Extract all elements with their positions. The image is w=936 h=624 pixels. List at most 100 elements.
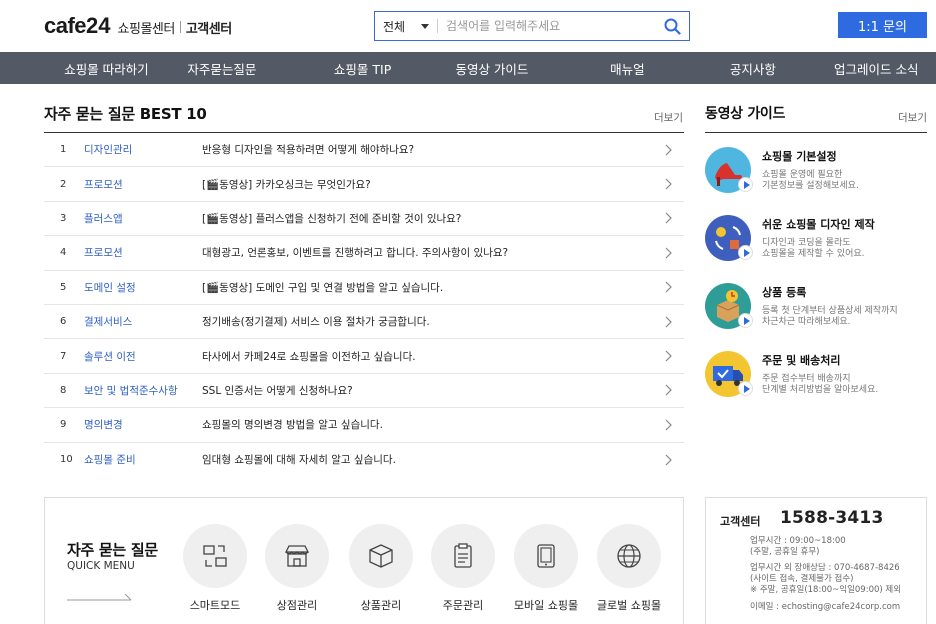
quick-menu-circle: [514, 524, 578, 588]
faq-question[interactable]: [🎬동영상] 카카오싱크는 무엇인가요?: [202, 177, 662, 192]
tablet-icon: [537, 544, 555, 568]
faq-category[interactable]: 도메인 설정: [84, 280, 202, 295]
chevron-right-icon: [662, 246, 676, 260]
nav-item-follow[interactable]: 쇼핑몰 따라하기: [0, 52, 213, 84]
faq-category[interactable]: 디자인관리: [84, 142, 202, 157]
faq-number: 7: [60, 350, 67, 362]
customer-center-phone[interactable]: 1588-3413: [780, 508, 884, 528]
faq-category[interactable]: 명의변경: [84, 417, 202, 432]
nav-item-tip[interactable]: 쇼핑몰 TIP: [303, 52, 422, 84]
video-guide-name: 쉬운 쇼핑몰 디자인 제작: [762, 218, 875, 231]
faq-row[interactable]: 10 쇼핑몰 준비 임대형 쇼핑몰에 대해 자세히 알고 싶습니다.: [44, 443, 684, 477]
faq-category[interactable]: 솔루션 이전: [84, 349, 202, 364]
video-guide-item[interactable]: 상품 등록 등록 첫 단계부터 상품상세 제작까지 차근차근 따라해보세요.: [705, 283, 927, 335]
faq-row[interactable]: 1 디자인관리 반응형 디자인을 적용하려면 어떻게 해야하나요?: [44, 133, 684, 168]
video-guide-title: 동영상 가이드: [705, 106, 786, 122]
faq-question[interactable]: 타사에서 카페24로 쇼핑몰을 이전하고 싶습니다.: [202, 349, 662, 364]
video-guide-item[interactable]: 쉬운 쇼핑몰 디자인 제작 디자인과 코딩을 몰라도 쇼핑몰을 제작할 수 있어…: [705, 215, 927, 267]
video-guide-item[interactable]: 주문 및 배송처리 주문 접수부터 배송까지 단계별 처리방법을 알아보세요.: [705, 351, 927, 403]
faq-category[interactable]: 플러스앱: [84, 211, 202, 226]
quick-menu-item-mobile[interactable]: 모바일 쇼핑몰: [513, 524, 579, 613]
quick-menu-circle: [431, 524, 495, 588]
faq-number: 9: [60, 419, 67, 431]
quick-menu-item-order[interactable]: 주문관리: [430, 524, 496, 613]
chevron-right-icon: [662, 177, 676, 191]
quick-menu: 자주 묻는 질문 QUICK MENU 스마트모드 상점관리 상품관리 주문관리…: [44, 497, 684, 624]
quick-menu-circle: [183, 524, 247, 588]
search-bar: 전체: [374, 11, 690, 41]
faq-row[interactable]: 2 프로모션 [🎬동영상] 카카오싱크는 무엇인가요?: [44, 167, 684, 202]
header: cafe 24 쇼핑몰센터 고객센터 전체 1:1 문의: [0, 0, 936, 52]
faq-number: 1: [60, 144, 67, 156]
faq-row[interactable]: 7 솔루션 이전 타사에서 카페24로 쇼핑몰을 이전하고 싶습니다.: [44, 339, 684, 374]
quick-menu-item-store[interactable]: 상점관리: [264, 524, 330, 613]
play-icon[interactable]: [738, 245, 753, 260]
faq-question[interactable]: [🎬동영상] 플러스앱을 신청하기 전에 준비할 것이 있나요?: [202, 211, 662, 226]
faq-more-link[interactable]: 더보기: [654, 110, 683, 125]
globe-icon: [617, 544, 641, 568]
faq-question[interactable]: 대형광고, 언론홍보, 이벤트를 진행하려고 합니다. 주의사항이 있나요?: [202, 245, 662, 260]
quick-menu-item-product[interactable]: 상품관리: [348, 524, 414, 613]
chevron-right-icon: [662, 143, 676, 157]
inquiry-button[interactable]: 1:1 문의: [838, 12, 927, 38]
nav-item-notice[interactable]: 공지사항: [703, 52, 802, 84]
faq-question[interactable]: SSL 인증서는 어떻게 신청하나요?: [202, 383, 662, 398]
faq-row[interactable]: 6 결제서비스 정기배송(정기결제) 서비스 이용 절차가 궁금합니다.: [44, 305, 684, 340]
faq-row[interactable]: 5 도메인 설정 [🎬동영상] 도메인 구입 및 연결 방법을 알고 싶습니다.: [44, 271, 684, 305]
quick-menu-subtitle: QUICK MENU: [67, 560, 135, 572]
faq-number: 8: [60, 384, 67, 396]
quick-menu-title: 자주 묻는 질문: [67, 541, 158, 559]
search-button[interactable]: [655, 12, 689, 40]
faq-title: 자주 묻는 질문 BEST 10: [44, 105, 207, 123]
nav-item-faq[interactable]: 자주묻는질문: [187, 52, 256, 84]
video-guide-desc: 차근차근 따라해보세요.: [762, 317, 851, 327]
logo[interactable]: cafe 24 쇼핑몰센터 고객센터: [44, 13, 232, 38]
quick-menu-item-smart-mode[interactable]: 스마트모드: [182, 524, 248, 613]
faq-row[interactable]: 4 프로모션 대형광고, 언론홍보, 이벤트를 진행하려고 합니다. 주의사항이…: [44, 236, 684, 271]
play-icon[interactable]: [738, 381, 753, 396]
customer-center-email[interactable]: 이메일 : echosting@cafe24corp.com: [750, 600, 900, 612]
store-icon: [284, 545, 310, 567]
play-icon[interactable]: [738, 177, 753, 192]
faq-row[interactable]: 9 명의변경 쇼핑몰의 명의변경 방법을 알고 싶습니다.: [44, 408, 684, 443]
chevron-right-icon: [662, 211, 676, 225]
quick-menu-circle: [597, 524, 661, 588]
faq-question[interactable]: [🎬동영상] 도메인 구입 및 연결 방법을 알고 싶습니다.: [202, 280, 662, 295]
faq-category[interactable]: 쇼핑몰 준비: [84, 452, 202, 467]
faq-category[interactable]: 보안 및 법적준수사항: [84, 383, 202, 398]
faq-question[interactable]: 정기배송(정기결제) 서비스 이용 절차가 궁금합니다.: [202, 314, 662, 329]
logo-number: 24: [86, 13, 111, 38]
search-category-select[interactable]: 전체: [375, 12, 437, 40]
faq-category[interactable]: 프로모션: [84, 245, 202, 260]
customer-center-exclusion: ※ 주말, 공휴일(18:00~익일09:00) 제외: [750, 585, 902, 595]
faq-row[interactable]: 3 플러스앱 [🎬동영상] 플러스앱을 신청하기 전에 준비할 것이 있나요?: [44, 202, 684, 237]
video-guide-name: 상품 등록: [762, 286, 807, 299]
main-nav: 쇼핑몰 따라하기 자주묻는질문 쇼핑몰 TIP 동영상 가이드 매뉴얼 공지사항…: [0, 52, 936, 84]
video-guide-more-link[interactable]: 더보기: [898, 110, 927, 125]
video-guide-item[interactable]: 쇼핑몰 기본설정 쇼핑몰 운영에 필요한 기본정보를 설정해보세요.: [705, 147, 927, 199]
logo-subtitle-customer: 고객센터: [185, 22, 232, 37]
video-guide-name: 쇼핑몰 기본설정: [762, 150, 837, 163]
customer-center-label: 고객센터: [720, 515, 761, 528]
faq-number: 4: [60, 247, 67, 259]
faq-category[interactable]: 프로모션: [84, 177, 202, 192]
faq-row[interactable]: 8 보안 및 법적준수사항 SSL 인증서는 어떻게 신청하나요?: [44, 374, 684, 409]
logo-divider: [179, 21, 181, 33]
video-guide-desc: 쇼핑몰을 제작할 수 있어요.: [762, 249, 865, 259]
chevron-right-icon: [662, 349, 676, 363]
nav-item-upgrade[interactable]: 업그레이드 소식: [817, 52, 936, 84]
faq-question[interactable]: 임대형 쇼핑몰에 대해 자세히 알고 싶습니다.: [202, 452, 662, 467]
faq-question[interactable]: 반응형 디자인을 적용하려면 어떻게 해야하나요?: [202, 142, 662, 157]
faq-list: 1 디자인관리 반응형 디자인을 적용하려면 어떻게 해야하나요? 2 프로모션…: [44, 133, 684, 477]
faq-number: 2: [60, 178, 67, 190]
faq-question[interactable]: 쇼핑몰의 명의변경 방법을 알고 싶습니다.: [202, 417, 662, 432]
quick-menu-item-global[interactable]: 글로벌 쇼핑몰: [596, 524, 662, 613]
chevron-right-icon: [662, 383, 676, 397]
chevron-right-icon: [662, 280, 676, 294]
faq-category[interactable]: 결제서비스: [84, 314, 202, 329]
nav-item-manual[interactable]: 매뉴얼: [578, 52, 677, 84]
nav-item-video[interactable]: 동영상 가이드: [432, 52, 551, 84]
search-input[interactable]: [438, 12, 655, 40]
play-icon[interactable]: [738, 313, 753, 328]
search-icon: [664, 18, 681, 35]
